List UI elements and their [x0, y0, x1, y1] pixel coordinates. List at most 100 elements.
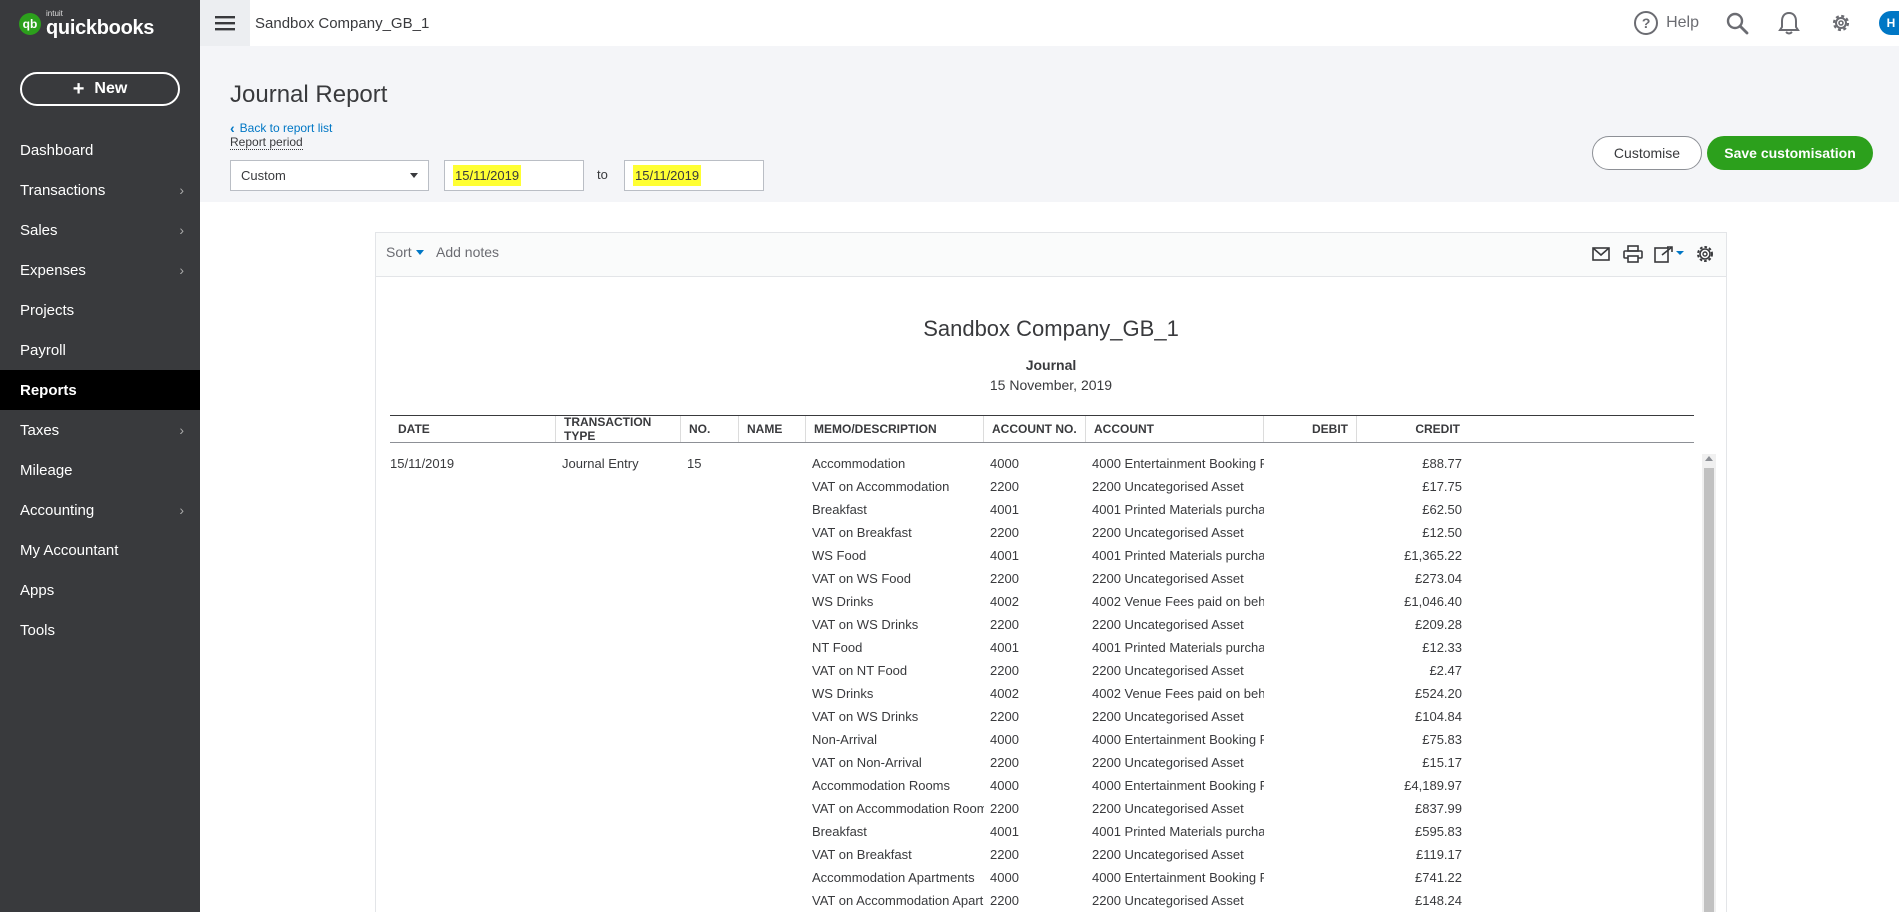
table-row[interactable]: WS Drinks 4002 4002 Venue Fees paid on beh…: [390, 590, 1690, 613]
column-header-date[interactable]: DATE: [390, 416, 556, 442]
company-name: Sandbox Company_GB_1: [255, 14, 430, 32]
cell-credit: £209.28: [1415, 617, 1462, 632]
table-row[interactable]: VAT on WS Drinks 2200 2200 Uncategorised A…: [390, 705, 1690, 728]
user-avatar[interactable]: H: [1879, 11, 1899, 35]
table-row[interactable]: VAT on Accommodation Rooms 2200 2200 Uncat…: [390, 797, 1690, 820]
quickbooks-logo[interactable]: qb intuit quickbooks: [19, 10, 154, 38]
cell-memo: VAT on Breakfast: [812, 847, 912, 862]
table-row[interactable]: VAT on WS Drinks 2200 2200 Uncategorised A…: [390, 613, 1690, 636]
column-header-transaction-type[interactable]: TRANSACTION TYPE: [556, 415, 681, 443]
table-row[interactable]: VAT on Breakfast 2200 2200 Uncategorised A…: [390, 843, 1690, 866]
chevron-down-icon: [415, 249, 424, 255]
sidebar-item-taxes[interactable]: Taxes ›: [0, 410, 200, 450]
cell-acct-no: 2200: [990, 525, 1019, 540]
table-row[interactable]: Non-Arrival 4000 4000 Entertainment Bookin…: [390, 728, 1690, 751]
date-to-value: 15/11/2019: [633, 165, 702, 186]
column-header-account-no[interactable]: ACCOUNT NO.: [984, 416, 1086, 442]
sidebar-item-tools[interactable]: Tools: [0, 610, 200, 650]
table-row[interactable]: VAT on Breakfast 2200 2200 Uncategorised A…: [390, 521, 1690, 544]
sidebar-item-reports[interactable]: Reports: [0, 370, 200, 410]
column-header-name[interactable]: NAME: [739, 416, 806, 442]
sidebar-item-expenses[interactable]: Expenses ›: [0, 250, 200, 290]
bell-icon[interactable]: [1775, 9, 1803, 37]
column-header-account[interactable]: ACCOUNT: [1086, 416, 1264, 442]
cell-account: 4001 Printed Materials purchase...: [1092, 824, 1264, 839]
cell-memo: Accommodation: [812, 456, 906, 471]
customise-button[interactable]: Customise: [1592, 136, 1702, 170]
sidebar-item-label: Payroll: [20, 341, 66, 359]
cell-credit: £273.04: [1415, 571, 1462, 586]
table-row[interactable]: VAT on Accommodation Apartm... 2200 2200 U…: [390, 889, 1690, 912]
gear-icon[interactable]: [1694, 243, 1716, 265]
hamburger-icon[interactable]: [200, 0, 250, 46]
column-header-no[interactable]: NO.: [681, 416, 739, 442]
table-row[interactable]: VAT on NT Food 2200 2200 Uncategorised Ass…: [390, 659, 1690, 682]
sidebar-item-label: Reports: [20, 381, 77, 399]
new-button[interactable]: + New: [20, 72, 180, 106]
export-icon[interactable]: [1654, 243, 1684, 265]
sidebar-item-dashboard[interactable]: Dashboard: [0, 130, 200, 170]
cell-acct-no: 2200: [990, 755, 1019, 770]
cell-credit: £104.84: [1415, 709, 1462, 724]
column-header-debit[interactable]: DEBIT: [1264, 416, 1357, 442]
cell-credit: £15.17: [1422, 755, 1462, 770]
date-to-input[interactable]: 15/11/2019: [624, 160, 764, 191]
sort-label: Sort: [386, 244, 412, 260]
table-row[interactable]: 15/11/2019 Journal Entry 15 Accommodation 40…: [390, 452, 1690, 475]
table-row[interactable]: Breakfast 4001 4001 Printed Materials purc…: [390, 498, 1690, 521]
search-icon[interactable]: [1723, 9, 1751, 37]
add-notes-link[interactable]: Add notes: [436, 244, 499, 260]
chevron-right-icon: ›: [179, 182, 184, 198]
sidebar-item-projects[interactable]: Projects: [0, 290, 200, 330]
print-icon[interactable]: [1622, 243, 1644, 265]
table-row[interactable]: WS Drinks 4002 4002 Venue Fees paid on beh…: [390, 682, 1690, 705]
cell-memo: Breakfast: [812, 502, 867, 517]
help-button[interactable]: ? Help: [1634, 11, 1699, 35]
sidebar-item-payroll[interactable]: Payroll: [0, 330, 200, 370]
help-icon: ?: [1634, 11, 1659, 35]
qb-logo-icon: qb: [19, 13, 41, 35]
cell-acct-no: 4001: [990, 640, 1019, 655]
cell-memo: VAT on WS Drinks: [812, 709, 919, 724]
gear-icon[interactable]: [1827, 9, 1855, 37]
table-row[interactable]: Accommodation Rooms 4000 4000 Entertainmen…: [390, 774, 1690, 797]
table-row[interactable]: VAT on Non-Arrival 2200 2200 Uncategorised…: [390, 751, 1690, 774]
date-from-input[interactable]: 15/11/2019: [444, 160, 584, 191]
report-period-select[interactable]: Custom: [230, 160, 429, 191]
top-bar: Sandbox Company_GB_1 ? Help H: [200, 0, 1899, 46]
cell-credit: £524.20: [1415, 686, 1462, 701]
column-header-credit[interactable]: CREDIT: [1357, 416, 1468, 442]
back-to-report-list-link[interactable]: ‹ Back to report list: [230, 120, 332, 136]
column-header-memo-description[interactable]: MEMO/DESCRIPTION: [806, 416, 984, 442]
save-customisation-button[interactable]: Save customisation: [1707, 136, 1873, 170]
scroll-up-icon[interactable]: [1705, 456, 1713, 461]
cell-memo: VAT on NT Food: [812, 663, 908, 678]
cell-acct-no: 2200: [990, 893, 1019, 908]
cell-account: 4002 Venue Fees paid on behalf ...: [1092, 594, 1264, 609]
table-row[interactable]: Accommodation Apartments 4000 4000 Enterta…: [390, 866, 1690, 889]
plus-icon: +: [72, 78, 85, 100]
sort-dropdown[interactable]: Sort: [386, 244, 424, 260]
sidebar-item-my-accountant[interactable]: My Accountant: [0, 530, 200, 570]
table-row[interactable]: Breakfast 4001 4001 Printed Materials purc…: [390, 820, 1690, 843]
sidebar-item-mileage[interactable]: Mileage: [0, 450, 200, 490]
cell-memo: WS Drinks: [812, 594, 874, 609]
table-row[interactable]: WS Food 4001 4001 Printed Materials purcha…: [390, 544, 1690, 567]
cell-acct-no: 2200: [990, 663, 1019, 678]
sidebar-item-apps[interactable]: Apps: [0, 570, 200, 610]
table-row[interactable]: VAT on Accommodation 2200 2200 Uncategoris…: [390, 475, 1690, 498]
chevron-down-icon: [410, 173, 418, 178]
sidebar-item-accounting[interactable]: Accounting ›: [0, 490, 200, 530]
table-row[interactable]: NT Food 4001 4001 Printed Materials purcha…: [390, 636, 1690, 659]
sidebar: qb intuit quickbooks + New Dashboard Tran…: [0, 0, 200, 912]
cell-account: 4002 Venue Fees paid on behalf ...: [1092, 686, 1264, 701]
cell-memo: Non-Arrival: [812, 732, 878, 747]
scrollbar[interactable]: [1702, 454, 1716, 912]
sidebar-item-sales[interactable]: Sales ›: [0, 210, 200, 250]
sidebar-item-transactions[interactable]: Transactions ›: [0, 170, 200, 210]
cell-credit: £837.99: [1415, 801, 1462, 816]
scroll-thumb[interactable]: [1704, 468, 1714, 912]
table-row[interactable]: VAT on WS Food 2200 2200 Uncategorised Ass…: [390, 567, 1690, 590]
cell-acct-no: 4000: [990, 456, 1019, 471]
email-icon[interactable]: [1590, 243, 1612, 265]
